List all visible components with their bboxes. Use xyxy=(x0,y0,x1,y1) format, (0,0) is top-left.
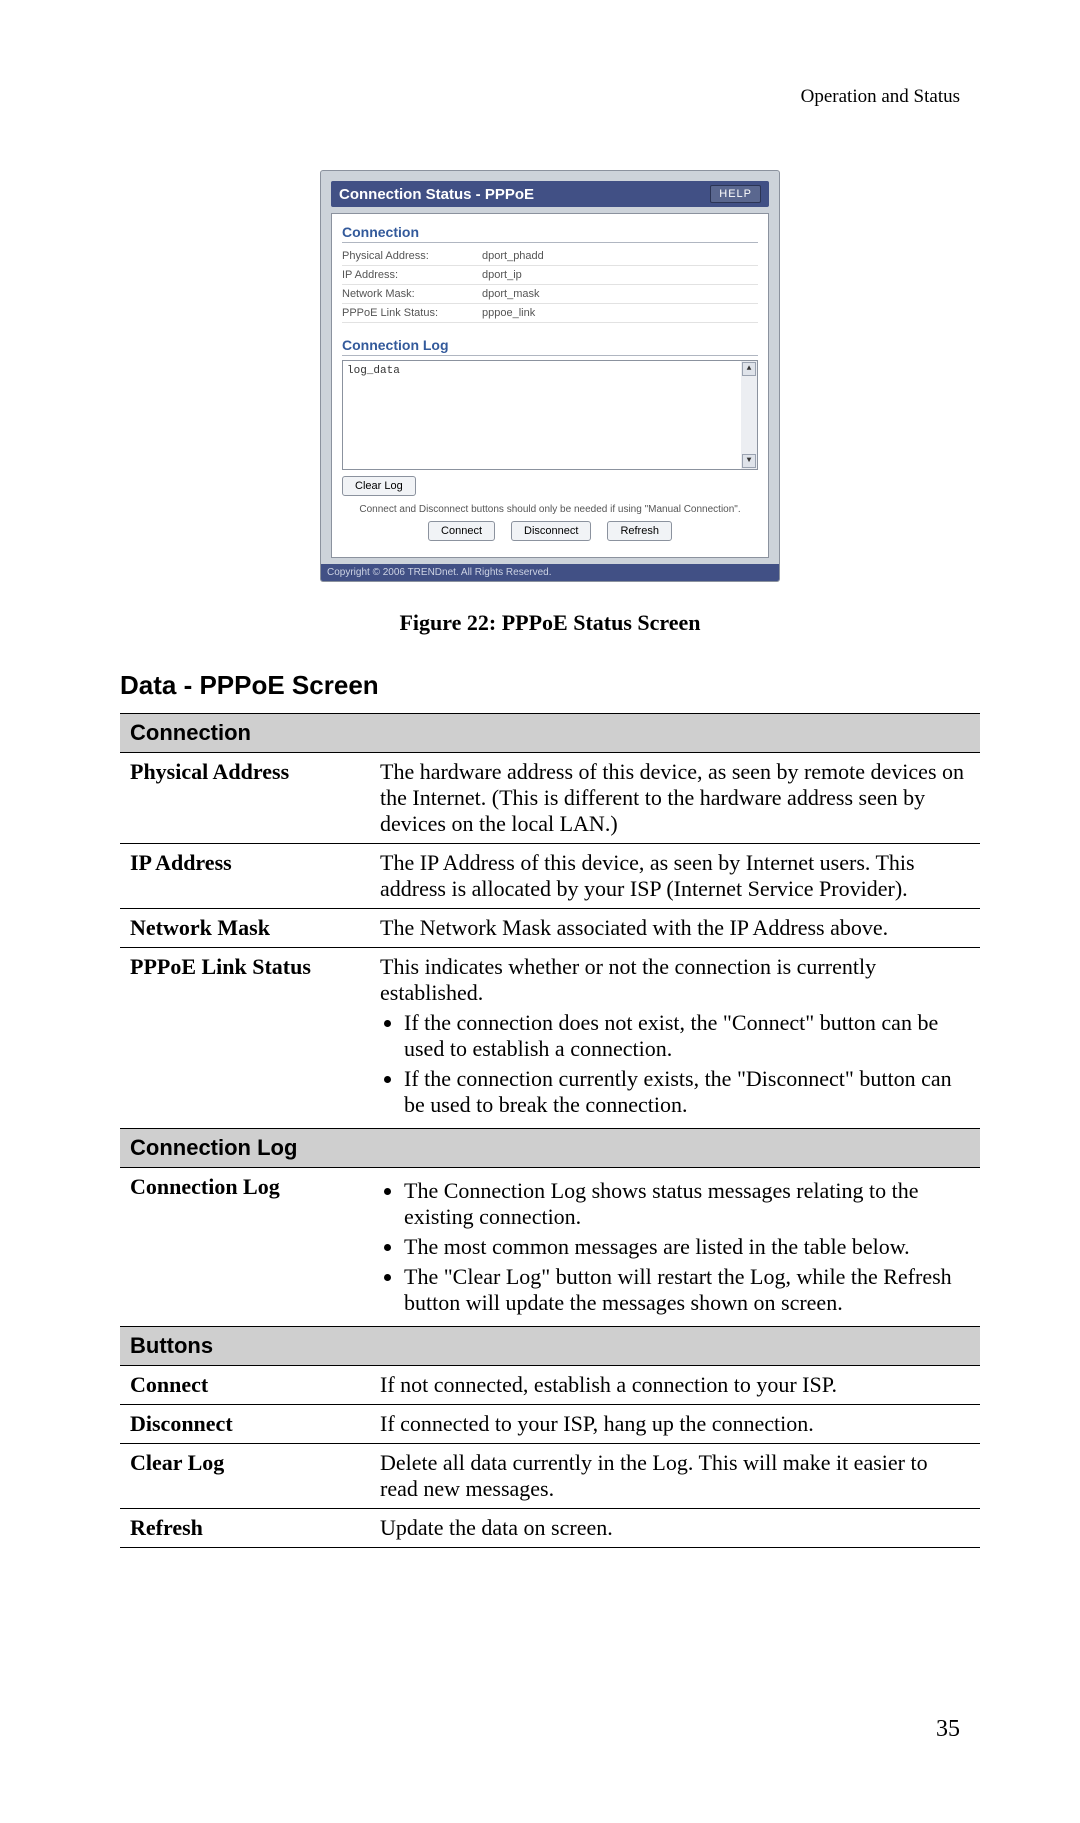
list-item: The Connection Log shows status messages… xyxy=(404,1178,970,1230)
row-key: Refresh xyxy=(120,1509,370,1548)
row-key: Disconnect xyxy=(120,1405,370,1444)
row-value: The Connection Log shows status messages… xyxy=(370,1168,980,1327)
table-row: PPPoE Link Status This indicates whether… xyxy=(120,948,980,1129)
row-intro: This indicates whether or not the connec… xyxy=(380,954,876,1005)
list-item: The most common messages are listed in t… xyxy=(404,1234,970,1260)
dialog-button-row: Connect Disconnect Refresh xyxy=(342,521,758,541)
row-value: The IP Address of this device, as seen b… xyxy=(370,844,980,909)
row-label: IP Address: xyxy=(342,269,482,281)
dialog-title: Connection Status - PPPoE xyxy=(339,186,534,203)
dialog-footer-copyright: Copyright © 2006 TRENDnet. All Rights Re… xyxy=(321,564,779,581)
row-key: Physical Address xyxy=(120,753,370,844)
row-value: dport_mask xyxy=(482,288,758,300)
table-row: Refresh Update the data on screen. xyxy=(120,1509,980,1548)
table-row: Network Mask The Network Mask associated… xyxy=(120,909,980,948)
row-key: Connection Log xyxy=(120,1168,370,1327)
dialog-body: Connection Physical Address: dport_phadd… xyxy=(331,213,769,558)
row-value: The Network Mask associated with the IP … xyxy=(370,909,980,948)
row-key: Clear Log xyxy=(120,1444,370,1509)
connection-row: Network Mask: dport_mask xyxy=(342,285,758,304)
row-value: Update the data on screen. xyxy=(370,1509,980,1548)
pppoe-status-dialog: Connection Status - PPPoE HELP Connectio… xyxy=(320,170,780,582)
connect-button[interactable]: Connect xyxy=(428,521,495,541)
row-value: If not connected, establish a connection… xyxy=(370,1366,980,1405)
row-value: dport_ip xyxy=(482,269,758,281)
row-value: Delete all data currently in the Log. Th… xyxy=(370,1444,980,1509)
row-value: The hardware address of this device, as … xyxy=(370,753,980,844)
list-item: If the connection does not exist, the "C… xyxy=(404,1010,970,1062)
connection-row: PPPoE Link Status: pppoe_link xyxy=(342,304,758,323)
clear-log-button[interactable]: Clear Log xyxy=(342,476,416,496)
table-row: Physical Address The hardware address of… xyxy=(120,753,980,844)
figure-caption: Figure 22: PPPoE Status Screen xyxy=(120,610,980,636)
header-section: Operation and Status xyxy=(801,86,960,108)
row-key: PPPoE Link Status xyxy=(120,948,370,1129)
connection-row: Physical Address: dport_phadd xyxy=(342,247,758,266)
table-row: IP Address The IP Address of this device… xyxy=(120,844,980,909)
connection-log-textarea[interactable]: log_data ▲ ▼ xyxy=(342,360,758,470)
row-key: IP Address xyxy=(120,844,370,909)
figure-wrap: Connection Status - PPPoE HELP Connectio… xyxy=(120,170,980,582)
disconnect-button[interactable]: Disconnect xyxy=(511,521,591,541)
data-screen-title: Data - PPPoE Screen xyxy=(120,670,980,701)
scroll-up-icon[interactable]: ▲ xyxy=(742,362,756,376)
row-label: Network Mask: xyxy=(342,288,482,300)
row-key: Network Mask xyxy=(120,909,370,948)
table-row: Disconnect If connected to your ISP, han… xyxy=(120,1405,980,1444)
log-content: log_data xyxy=(347,365,400,377)
table-section-header: Connection Log xyxy=(120,1129,980,1168)
scroll-down-icon[interactable]: ▼ xyxy=(742,454,756,468)
row-value: If connected to your ISP, hang up the co… xyxy=(370,1405,980,1444)
table-section-header: Buttons xyxy=(120,1327,980,1366)
row-value: dport_phadd xyxy=(482,250,758,262)
table-row: Connection Log The Connection Log shows … xyxy=(120,1168,980,1327)
refresh-button[interactable]: Refresh xyxy=(607,521,672,541)
dialog-note: Connect and Disconnect buttons should on… xyxy=(342,504,758,515)
list-item: If the connection currently exists, the … xyxy=(404,1066,970,1118)
row-value: pppoe_link xyxy=(482,307,758,319)
row-key: Connect xyxy=(120,1366,370,1405)
dialog-titlebar: Connection Status - PPPoE HELP xyxy=(331,181,769,207)
list-item: The "Clear Log" button will restart the … xyxy=(404,1264,970,1316)
connection-section-title: Connection xyxy=(342,220,758,243)
log-scrollbar[interactable]: ▲ ▼ xyxy=(741,361,757,469)
table-section-header: Connection xyxy=(120,714,980,753)
table-row: Clear Log Delete all data currently in t… xyxy=(120,1444,980,1509)
help-button[interactable]: HELP xyxy=(710,185,761,203)
page-number: 35 xyxy=(936,1716,960,1743)
data-table: Connection Physical Address The hardware… xyxy=(120,713,980,1548)
row-value: This indicates whether or not the connec… xyxy=(370,948,980,1129)
row-label: PPPoE Link Status: xyxy=(342,307,482,319)
connection-row: IP Address: dport_ip xyxy=(342,266,758,285)
table-row: Connect If not connected, establish a co… xyxy=(120,1366,980,1405)
row-label: Physical Address: xyxy=(342,250,482,262)
log-section-title: Connection Log xyxy=(342,333,758,356)
